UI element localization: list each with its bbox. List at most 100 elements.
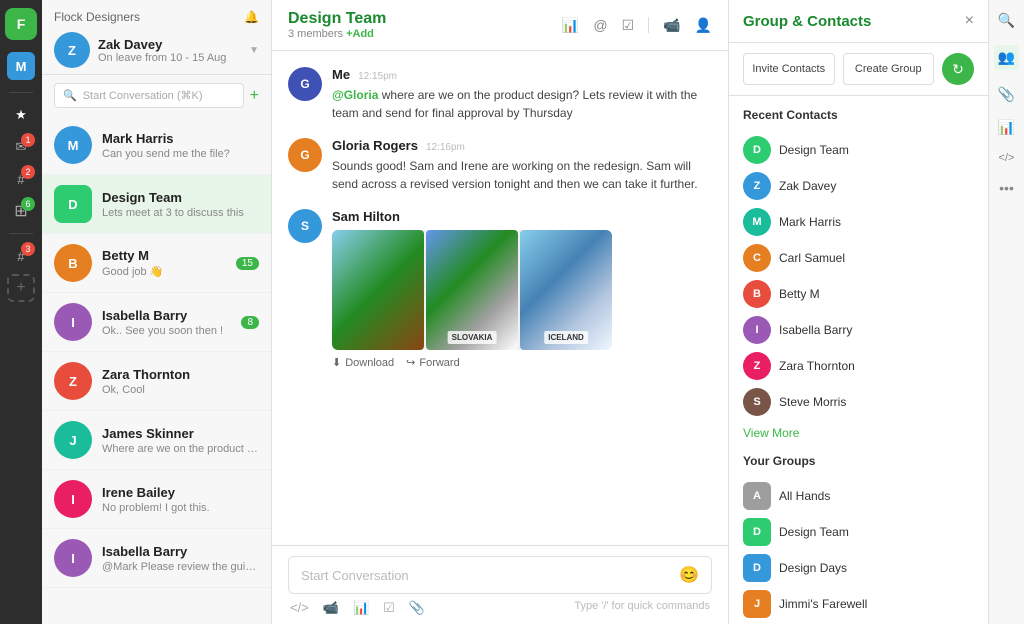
conversation-item-zara-thornton[interactable]: Z Zara Thornton Ok, Cool <box>42 352 271 411</box>
right-search-icon[interactable]: 🔍 <box>998 12 1015 29</box>
conversation-item-james-skinner[interactable]: J James Skinner Where are we on the prod… <box>42 411 271 470</box>
conv-avatar-isabella-barry-1: I <box>54 303 92 341</box>
contact-name: Mark Harris <box>779 215 841 229</box>
right-chart-icon[interactable]: 📊 <box>998 119 1015 136</box>
rail-item-team[interactable]: # 3 <box>7 242 35 270</box>
contact-item-design-team[interactable]: D Design Team <box>743 132 974 168</box>
contact-name: Betty M <box>779 287 820 301</box>
message-sender: Me <box>332 67 350 82</box>
conversation-item-irene-bailey[interactable]: I Irene Bailey No problem! I got this. <box>42 470 271 529</box>
panel-refresh-button[interactable]: ↻ <box>942 53 974 85</box>
group-item-jimmis-farewell[interactable]: J Jimmi's Farewell <box>743 586 974 622</box>
checkbox-icon[interactable]: ☑ <box>622 17 635 34</box>
contact-name: Isabella Barry <box>779 323 852 337</box>
video-tool-icon[interactable]: 📹 <box>323 600 339 616</box>
rail-user-avatar[interactable]: M <box>7 52 35 80</box>
chat-area: Design Team 3 members +Add 📊 @ ☑ 📹 👤 G <box>272 0 728 624</box>
analytics-icon[interactable]: 📊 <box>562 17 579 34</box>
group-item-design-team[interactable]: D Design Team <box>743 514 974 550</box>
contact-item-zara-thornton[interactable]: Z Zara Thornton <box>743 348 974 384</box>
chat-header: Design Team 3 members +Add 📊 @ ☑ 📹 👤 <box>272 0 728 51</box>
code-tool-icon[interactable]: </> <box>290 600 309 616</box>
rail-add-button[interactable]: + <box>7 274 35 302</box>
conv-name: Design Team <box>102 190 259 205</box>
video-icon[interactable]: 📹 <box>663 17 680 34</box>
chart-tool-icon[interactable]: 📊 <box>353 600 369 616</box>
group-name: Jimmi's Farewell <box>779 597 867 611</box>
mention-icon[interactable]: @ <box>593 17 607 33</box>
user-icon[interactable]: 👤 <box>695 17 712 34</box>
right-more-icon[interactable]: ••• <box>999 180 1014 196</box>
contact-item-isabella-barry[interactable]: I Isabella Barry <box>743 312 974 348</box>
view-more-contacts[interactable]: View More <box>743 426 974 440</box>
contact-avatar: C <box>743 244 771 272</box>
rail-item-starred[interactable]: ★ <box>7 101 35 129</box>
conversation-list: M Mark Harris Can you send me the file? … <box>42 116 271 624</box>
rail-item-direct[interactable]: ✉ 1 <box>7 133 35 161</box>
group-avatar: A <box>743 482 771 510</box>
conversation-item-design-team[interactable]: D Design Team Lets meet at 3 to discuss … <box>42 175 271 234</box>
message-header: Me 12:15pm <box>332 67 712 82</box>
conv-name: Isabella Barry <box>102 308 231 323</box>
chat-title-section: Design Team 3 members +Add <box>288 10 386 40</box>
message-header: Gloria Rogers 12:16pm <box>332 138 712 153</box>
message-avatar-gloria: G <box>288 138 322 172</box>
message-header: Sam Hilton <box>332 209 712 224</box>
contact-name: Zak Davey <box>779 179 836 193</box>
contact-item-carl-samuel[interactable]: C Carl Samuel <box>743 240 974 276</box>
emoji-icon[interactable]: 😊 <box>679 565 699 585</box>
forward-button[interactable]: ↪ Forward <box>406 356 460 369</box>
message-sender: Sam Hilton <box>332 209 400 224</box>
message-avatar-sam: S <box>288 209 322 243</box>
app-logo: F <box>5 8 37 40</box>
create-group-button[interactable]: Create Group <box>843 53 935 85</box>
contact-item-steve-morris[interactable]: S Steve Morris <box>743 384 974 420</box>
right-code-icon[interactable]: </> <box>999 152 1015 164</box>
search-input-box[interactable]: 🔍 Start Conversation (⌘K) <box>54 83 244 108</box>
chat-input-box[interactable]: Start Conversation 😊 <box>288 556 712 594</box>
download-button[interactable]: ⬇ Download <box>332 356 394 369</box>
group-item-design-days[interactable]: D Design Days <box>743 550 974 586</box>
conversation-item-betty-m[interactable]: B Betty M Good job 👋 15 <box>42 234 271 293</box>
task-tool-icon[interactable]: ☑ <box>383 600 395 616</box>
new-conversation-button[interactable]: + <box>250 87 259 105</box>
user-name: Zak Davey <box>98 37 241 52</box>
rail-item-channels[interactable]: # 2 <box>7 165 35 193</box>
contact-item-betty-m[interactable]: B Betty M <box>743 276 974 312</box>
group-item-all-hands[interactable]: A All Hands <box>743 478 974 514</box>
contact-item-mark-harris[interactable]: M Mark Harris <box>743 204 974 240</box>
user-status: On leave from 10 - 15 Aug <box>98 52 241 64</box>
rail-item-apps[interactable]: ⊞ 6 <box>7 197 35 225</box>
org-name: Flock Designers <box>54 10 140 24</box>
group-contacts-panel: Group & Contacts × Invite Contacts Creat… <box>728 0 988 624</box>
conversation-item-isabella-barry-1[interactable]: I Isabella Barry Ok.. See you soon then … <box>42 293 271 352</box>
conv-preview: Ok, Cool <box>102 384 259 396</box>
message-avatar-me: G <box>288 67 322 101</box>
panel-title: Group & Contacts <box>743 13 871 30</box>
invite-contacts-button[interactable]: Invite Contacts <box>743 53 835 85</box>
right-pin-icon[interactable]: 📎 <box>998 86 1015 103</box>
add-member-link[interactable]: +Add <box>346 28 374 40</box>
panel-close-button[interactable]: × <box>965 12 974 30</box>
message-body-me: Me 12:15pm @Gloria where are we on the p… <box>332 67 712 122</box>
right-contacts-icon[interactable]: 👥 <box>994 45 1019 70</box>
message-body-gloria: Gloria Rogers 12:16pm Sounds good! Sam a… <box>332 138 712 193</box>
search-row: 🔍 Start Conversation (⌘K) + <box>42 75 271 116</box>
conv-preview: Where are we on the product designs? <box>102 443 259 455</box>
message-time: 12:16pm <box>426 142 465 153</box>
contact-avatar: B <box>743 280 771 308</box>
attach-tool-icon[interactable]: 📎 <box>409 600 425 616</box>
toolbar-separator <box>648 17 649 33</box>
image-label-2: ICELAND <box>544 331 588 344</box>
image-3: ICELAND <box>520 230 612 350</box>
conversation-item-isabella-barry-2[interactable]: I Isabella Barry @Mark Please review the… <box>42 529 271 588</box>
panel-content: Recent Contacts D Design Team Z Zak Dave… <box>729 96 988 624</box>
contact-item-zak-davey[interactable]: Z Zak Davey <box>743 168 974 204</box>
conv-avatar-zara-thornton: Z <box>54 362 92 400</box>
message-2: G Gloria Rogers 12:16pm Sounds good! Sam… <box>288 138 712 193</box>
conversation-item-mark-harris[interactable]: M Mark Harris Can you send me the file? <box>42 116 271 175</box>
image-label-1: SLOVAKIA <box>448 331 497 344</box>
groups-title: Your Groups <box>743 454 974 468</box>
mention-tag: @Gloria <box>332 88 378 102</box>
sidebar-user[interactable]: Z Zak Davey On leave from 10 - 15 Aug ▼ <box>54 32 259 68</box>
